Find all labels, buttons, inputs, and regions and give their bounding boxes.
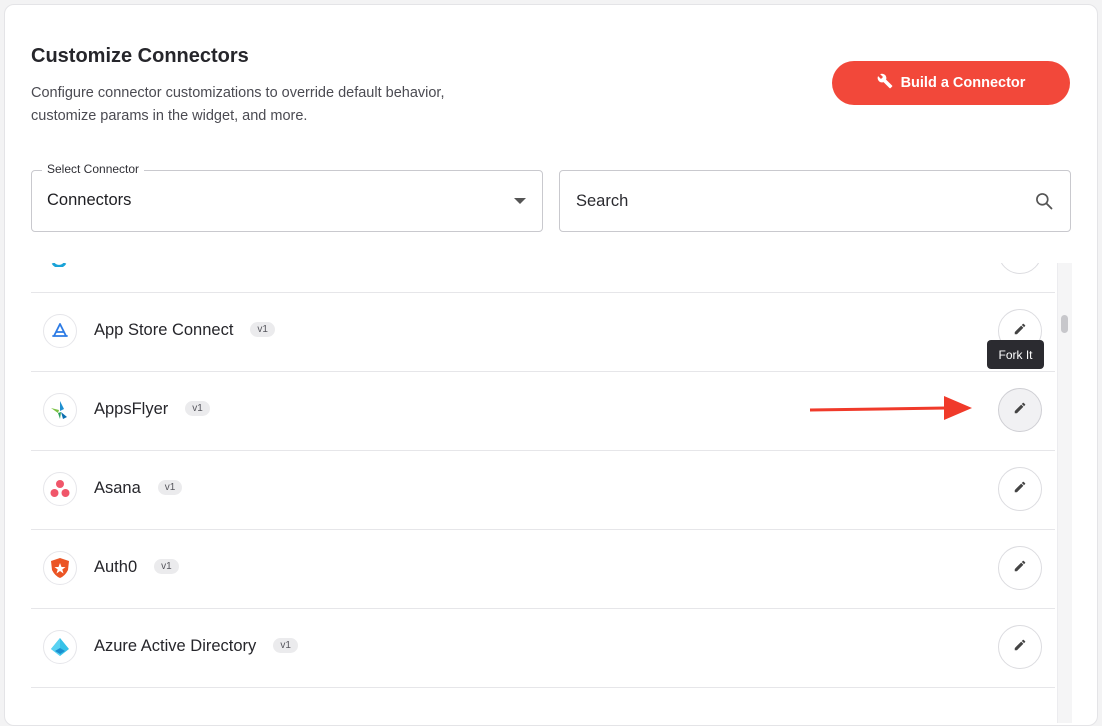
- list-scrollbar[interactable]: [1057, 263, 1072, 723]
- customize-connectors-card: Customize Connectors Configure connector…: [4, 4, 1098, 726]
- connector-list: App Store Connect v1 AppsFlyer v1 Asana v1: [31, 263, 1055, 723]
- version-badge: v1: [154, 559, 179, 575]
- connector-name: AppsFlyer v1: [94, 400, 210, 419]
- version-badge: v1: [185, 401, 210, 417]
- list-item: Azure Active Directory v1: [31, 608, 1055, 688]
- edit-button[interactable]: [998, 625, 1042, 669]
- pencil-icon: [1013, 401, 1027, 420]
- list-item: Auth0 v1: [31, 529, 1055, 609]
- connector-name: Asana v1: [94, 479, 183, 498]
- select-label: Select Connector: [42, 162, 145, 176]
- caret-down-icon: [514, 198, 526, 204]
- connector-select[interactable]: Select Connector Connectors: [31, 162, 543, 232]
- pencil-icon: [1013, 559, 1027, 578]
- fork-it-tooltip: Fork It: [987, 340, 1044, 369]
- app-store-logo: [43, 314, 77, 348]
- search-icon: [1034, 191, 1054, 211]
- connector-name: App Store Connect v1: [94, 321, 275, 340]
- list-item: App Store Connect v1: [31, 292, 1055, 372]
- search-input[interactable]: [574, 171, 1018, 231]
- pencil-icon: [1013, 322, 1027, 341]
- connector-logo: [43, 263, 75, 267]
- connector-name: Auth0 v1: [94, 558, 179, 577]
- search-field[interactable]: [559, 170, 1071, 232]
- azure-ad-logo: [43, 630, 77, 664]
- connector-name: Azure Active Directory v1: [94, 637, 298, 656]
- select-value: Connectors: [47, 191, 132, 209]
- list-item: [31, 263, 1055, 293]
- page-description: Configure connector customizations to ov…: [31, 85, 445, 124]
- edit-button[interactable]: [998, 388, 1042, 432]
- edit-button[interactable]: [998, 467, 1042, 511]
- edit-button[interactable]: [998, 263, 1042, 274]
- edit-button[interactable]: [998, 546, 1042, 590]
- asana-logo: [43, 472, 77, 506]
- version-badge: v1: [250, 322, 275, 338]
- build-connector-label: Build a Connector: [900, 75, 1026, 91]
- pencil-icon: [1013, 638, 1027, 657]
- appsflyer-logo: [43, 393, 77, 427]
- page-title: Customize Connectors: [31, 45, 249, 67]
- scrollbar-thumb[interactable]: [1061, 315, 1068, 333]
- auth0-logo: [43, 551, 77, 585]
- version-badge: v1: [157, 480, 183, 496]
- wrench-icon: [877, 73, 893, 93]
- build-connector-button[interactable]: Build a Connector: [832, 61, 1070, 105]
- list-item: Asana v1: [31, 450, 1055, 530]
- version-badge: v1: [273, 638, 298, 654]
- pencil-icon: [1013, 480, 1027, 499]
- annotation-arrow-icon: [809, 396, 972, 420]
